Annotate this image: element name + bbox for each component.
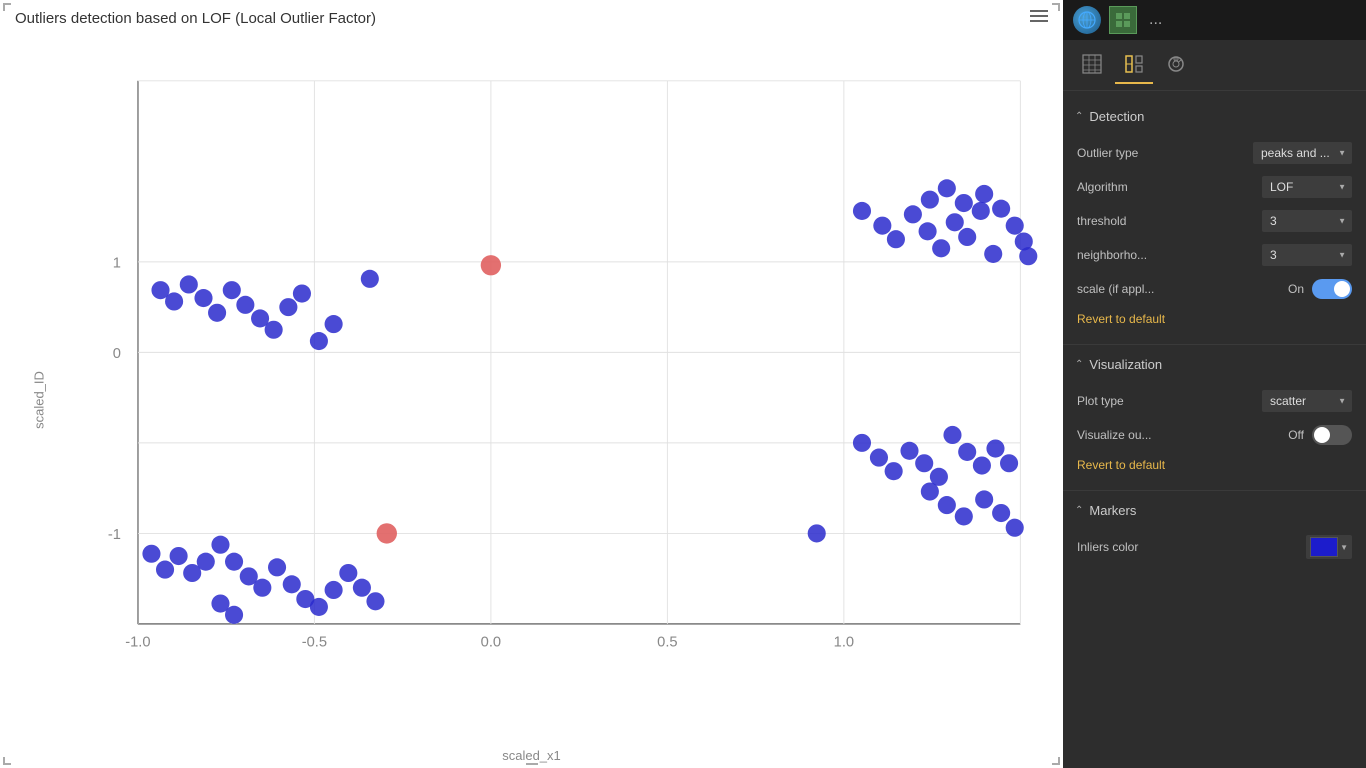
neighborhood-select[interactable]: 3	[1262, 244, 1352, 266]
inliers-color-row: Inliers color ▼	[1063, 530, 1366, 564]
section-visualization[interactable]: ⌃ Visualization	[1063, 349, 1366, 380]
svg-text:-0.5: -0.5	[302, 635, 327, 651]
scale-toggle-knob	[1334, 281, 1350, 297]
outlier-type-row: Outlier type peaks and ...	[1063, 136, 1366, 170]
chart-header: Outliers detection based on LOF (Local O…	[0, 0, 1063, 32]
threshold-row: threshold 3	[1063, 204, 1366, 238]
section-markers[interactable]: ⌃ Markers	[1063, 495, 1366, 526]
plot-type-select[interactable]: scatter	[1262, 390, 1352, 412]
scale-label: scale (if appl...	[1077, 282, 1288, 296]
markers-label: Markers	[1089, 503, 1136, 518]
neighborhood-label: neighborho...	[1077, 248, 1262, 262]
algorithm-row: Algorithm LOF	[1063, 170, 1366, 204]
corner-tr	[1052, 3, 1060, 11]
svg-text:1: 1	[113, 256, 121, 272]
inliers-color-label: Inliers color	[1077, 540, 1306, 554]
panel-tabs	[1063, 40, 1366, 90]
visual-icon[interactable]	[1109, 6, 1137, 34]
chart-body: scaled_ID scaled_x1 1 0 -1	[0, 32, 1063, 768]
hamburger-menu[interactable]	[1030, 10, 1048, 22]
globe-icon	[1073, 6, 1101, 34]
visualization-label: Visualization	[1089, 357, 1162, 372]
neighborhood-control[interactable]: 3	[1262, 244, 1352, 266]
inliers-color-swatch	[1310, 537, 1338, 557]
outlier-type-control[interactable]: peaks and ...	[1253, 142, 1352, 164]
outlier-type-select[interactable]: peaks and ...	[1253, 142, 1352, 164]
divider-2	[1063, 490, 1366, 491]
x-axis-label: scaled_x1	[502, 748, 561, 763]
scale-toggle-text: On	[1288, 282, 1304, 296]
color-dropdown-arrow: ▼	[1340, 543, 1348, 552]
plot-type-row: Plot type scatter	[1063, 384, 1366, 418]
visualize-toggle-container: Off	[1288, 425, 1352, 445]
scale-toggle-container: On	[1288, 279, 1352, 299]
svg-text:1.0: 1.0	[834, 635, 854, 651]
section-detection[interactable]: ⌃ Detection	[1063, 101, 1366, 132]
scatter-plot-svg: 1 0 -1 -1.0 -0.5 0.0 0.5 1.0	[70, 42, 1043, 708]
chart-area: Outliers detection based on LOF (Local O…	[0, 0, 1063, 768]
visualize-toggle-knob	[1314, 427, 1330, 443]
visualization-body: Plot type scatter Visualize ou... Off Re…	[1063, 380, 1366, 486]
inliers-color-control[interactable]: ▼	[1306, 535, 1352, 559]
tab-analytics[interactable]	[1157, 46, 1195, 84]
markers-body: Inliers color ▼	[1063, 526, 1366, 568]
divider-1	[1063, 344, 1366, 345]
plot-type-label: Plot type	[1077, 394, 1262, 408]
chevron-visualization: ⌃	[1075, 359, 1083, 370]
svg-text:0: 0	[113, 346, 121, 362]
scale-toggle[interactable]	[1312, 279, 1352, 299]
right-panel: ...	[1063, 0, 1366, 768]
visualize-row: Visualize ou... Off	[1063, 418, 1366, 452]
tab-format[interactable]	[1115, 46, 1153, 84]
svg-text:0.5: 0.5	[657, 635, 677, 651]
neighborhood-row: neighborho... 3	[1063, 238, 1366, 272]
panel-content: ⌃ Detection Outlier type peaks and ... A…	[1063, 91, 1366, 768]
plot-type-control[interactable]: scatter	[1262, 390, 1352, 412]
svg-text:-1.0: -1.0	[125, 635, 150, 651]
detection-revert[interactable]: Revert to default	[1063, 306, 1366, 336]
tab-data[interactable]	[1073, 46, 1111, 84]
chart-title: Outliers detection based on LOF (Local O…	[15, 10, 376, 27]
chart-header-icons	[1030, 10, 1048, 22]
algorithm-select[interactable]: LOF	[1262, 176, 1352, 198]
chevron-markers: ⌃	[1075, 505, 1083, 516]
visualize-toggle-text: Off	[1288, 428, 1304, 442]
svg-text:-1: -1	[108, 527, 121, 543]
detection-label: Detection	[1089, 109, 1144, 124]
algorithm-label: Algorithm	[1077, 180, 1262, 194]
y-axis-label: scaled_ID	[31, 371, 46, 429]
threshold-select[interactable]: 3	[1262, 210, 1352, 232]
chevron-detection: ⌃	[1075, 111, 1083, 122]
algorithm-control[interactable]: LOF	[1262, 176, 1352, 198]
panel-top-bar: ...	[1063, 0, 1366, 40]
scale-row: scale (if appl... On	[1063, 272, 1366, 306]
panel-ellipsis[interactable]: ...	[1149, 11, 1162, 29]
threshold-label: threshold	[1077, 214, 1262, 228]
outlier-type-label: Outlier type	[1077, 146, 1253, 160]
visualize-toggle[interactable]	[1312, 425, 1352, 445]
threshold-control[interactable]: 3	[1262, 210, 1352, 232]
svg-text:0.0: 0.0	[481, 635, 501, 651]
corner-tl	[3, 3, 11, 11]
visualize-label: Visualize ou...	[1077, 428, 1288, 442]
detection-body: Outlier type peaks and ... Algorithm LOF…	[1063, 132, 1366, 340]
visualization-revert[interactable]: Revert to default	[1063, 452, 1366, 482]
